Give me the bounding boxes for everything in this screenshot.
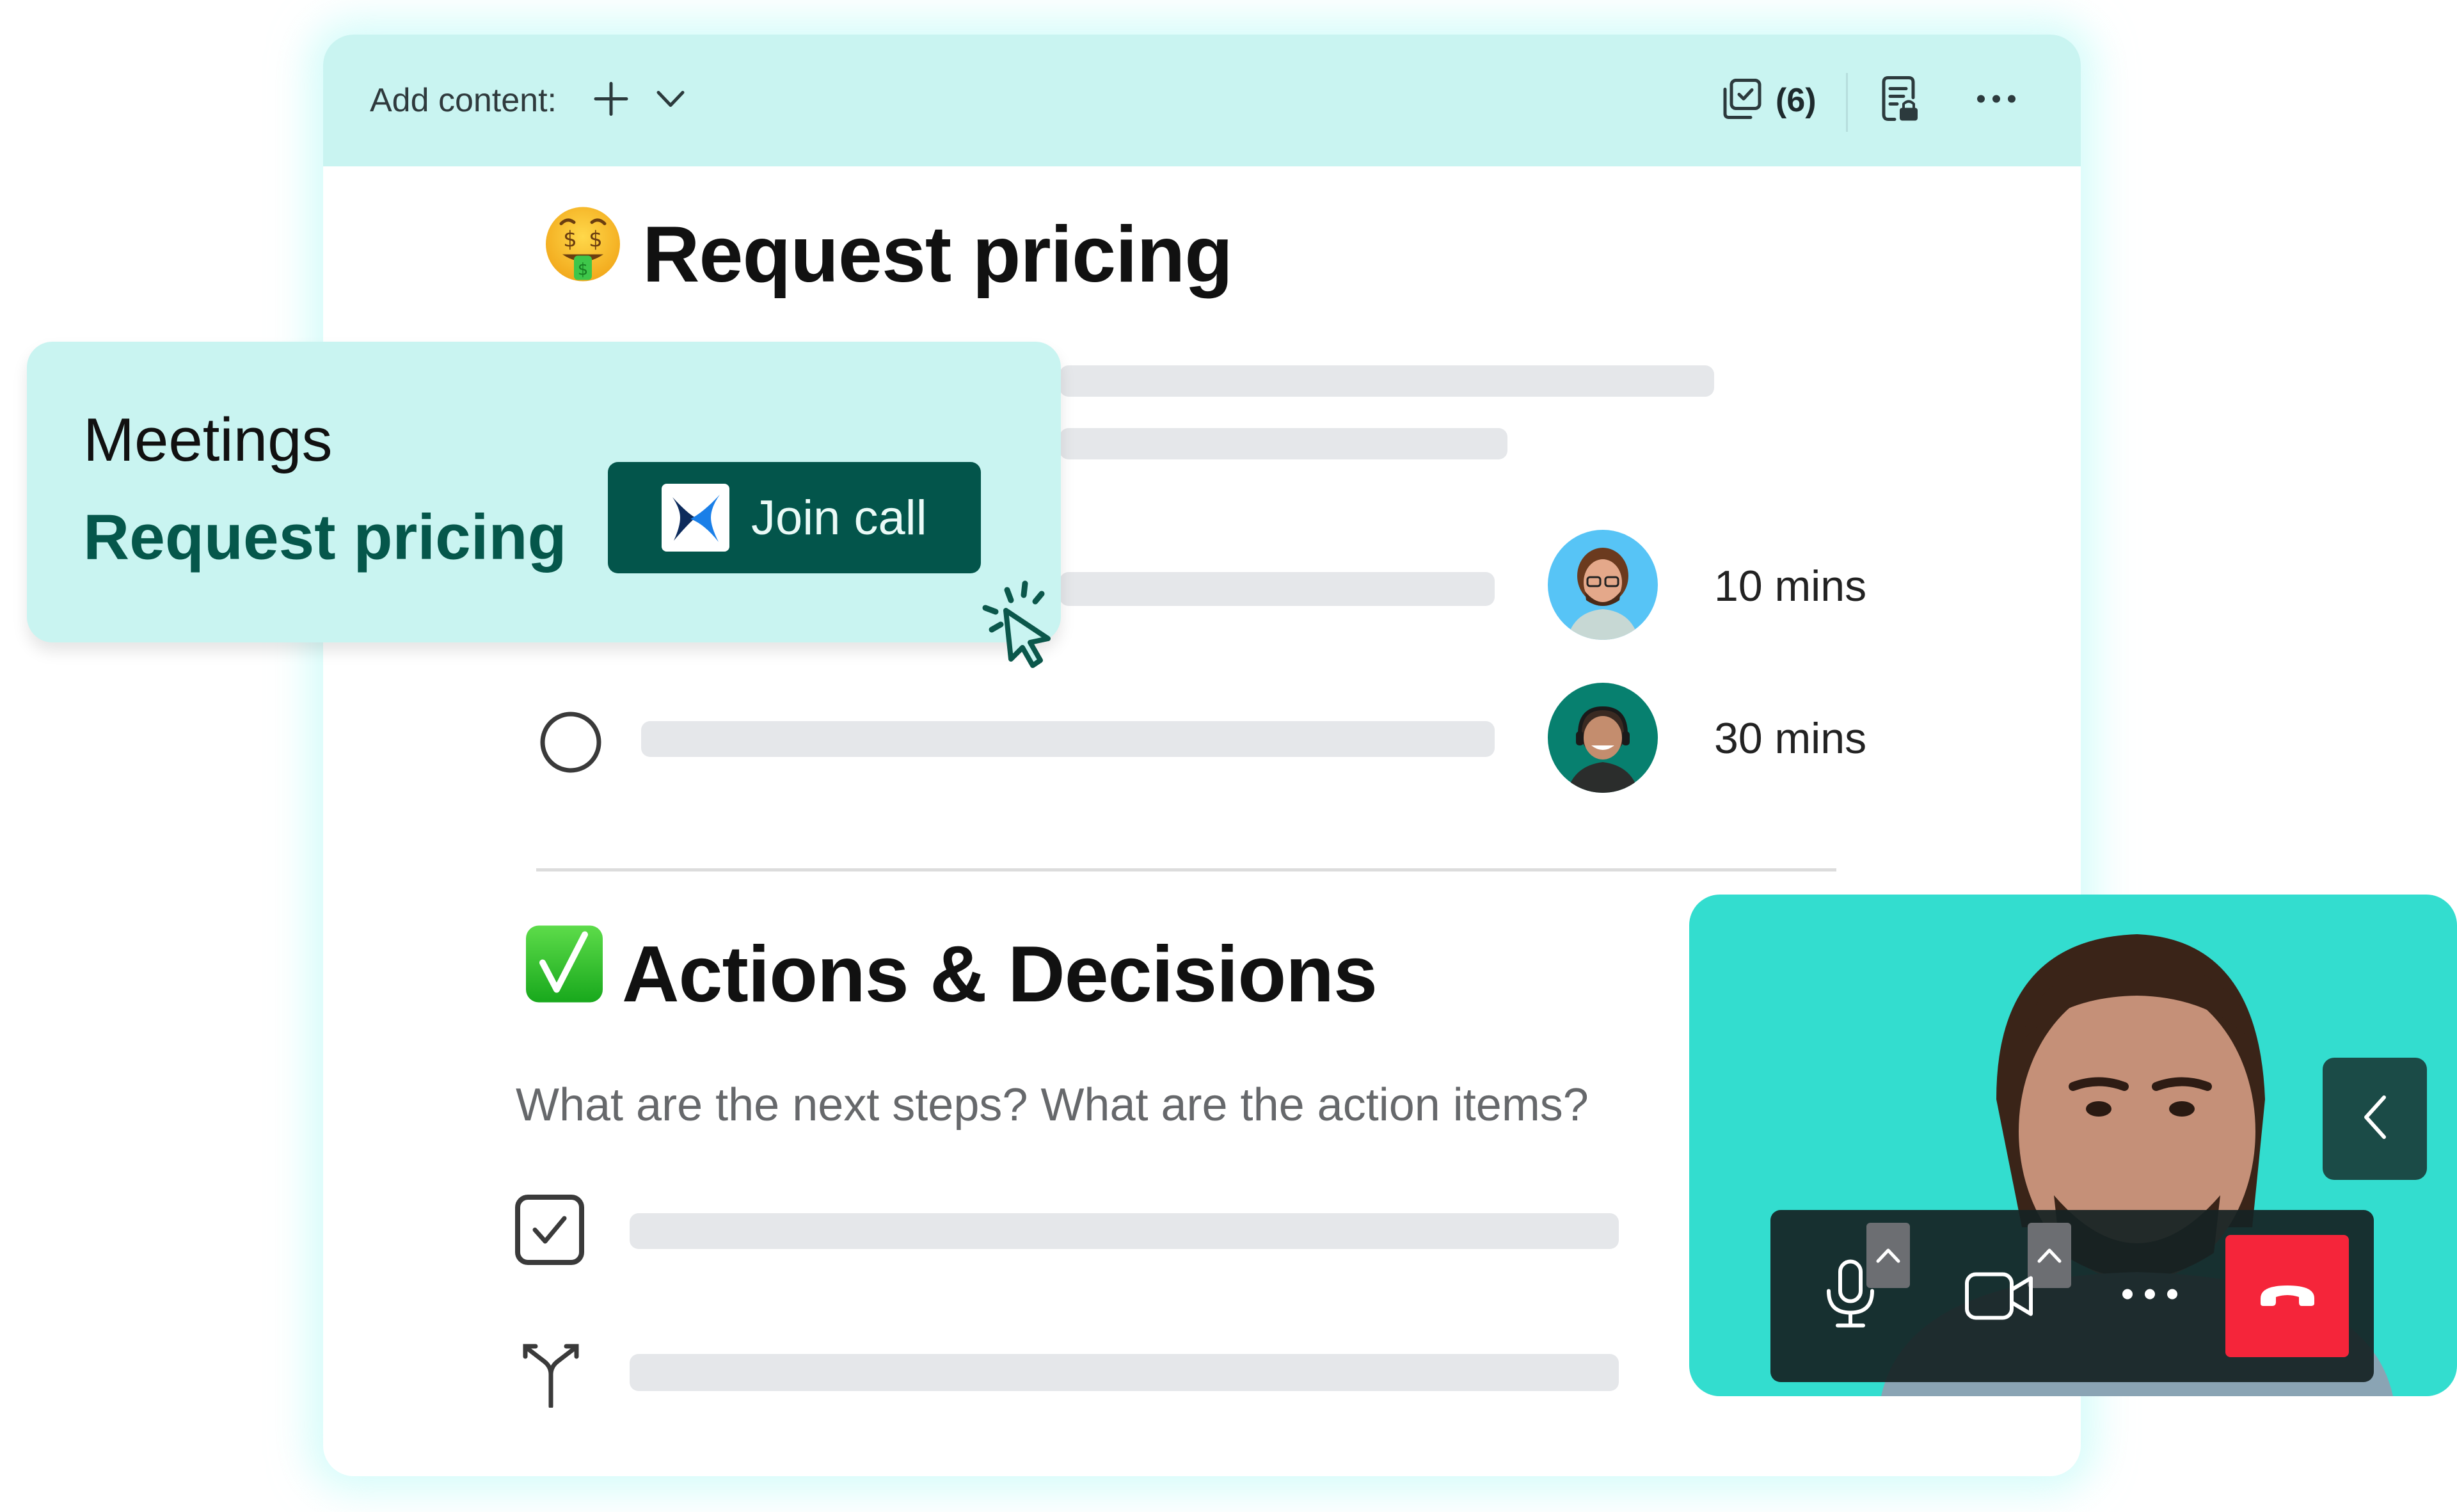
meeting-name: Request pricing [83,501,567,573]
placeholder-line [630,1354,1619,1391]
svg-text:$: $ [589,227,603,253]
placeholder-line [1060,428,1507,459]
svg-text:$: $ [578,260,589,280]
placeholder-line [641,721,1495,757]
checkbox-checked-icon[interactable] [514,1194,585,1269]
avatar[interactable] [1548,530,1658,640]
section-divider [536,868,1836,871]
join-call-label: Join call [751,490,927,545]
decision-fork-icon[interactable] [519,1341,583,1411]
camera-icon[interactable] [1964,1271,2035,1325]
radio-unchecked-icon[interactable] [539,710,603,777]
toolbar: Add content: (6) [323,35,2081,166]
avatar[interactable] [1548,683,1658,793]
meetings-title: Meetings [83,406,333,474]
more-options-icon[interactable] [2121,1288,2179,1304]
section-prompt: What are the next steps? What are the ac… [516,1079,1589,1131]
section-title-actions: Actions & Decisions [622,930,1378,1019]
svg-text:$: $ [563,227,577,253]
toolbar-divider [1846,73,1848,132]
add-content-label: Add content: [370,82,557,119]
more-horizontal-icon[interactable] [1976,94,2017,107]
section-title-request-pricing: Request pricing [642,211,1233,299]
hang-up-icon [2257,1280,2318,1312]
chevron-left-icon [2362,1095,2388,1143]
click-cursor-icon [979,578,1056,675]
collapse-panel-button[interactable] [2323,1058,2427,1180]
join-call-button[interactable]: Join call [608,462,981,573]
document-lock-icon[interactable] [1881,75,1921,127]
checklist-count[interactable]: (6) [1776,81,1817,120]
placeholder-line [1060,365,1714,397]
duration-label: 30 mins [1714,714,1867,763]
money-mouth-emoji-icon: $ $ $ [543,205,623,287]
duration-label: 10 mins [1714,562,1867,610]
call-controls-bar [1770,1210,2374,1382]
video-call-panel [1689,895,2457,1396]
check-mark-emoji-icon [523,923,605,1008]
chevron-down-icon[interactable] [656,90,685,112]
plus-icon[interactable] [593,81,629,120]
placeholder-line [630,1213,1619,1249]
meetings-popup: Meetings Request pricing Join call [27,342,1061,642]
checklist-stack-icon[interactable] [1720,77,1765,125]
microphone-icon[interactable] [1825,1259,1876,1333]
placeholder-line [1060,572,1495,606]
meeting-app-logo-icon [662,484,729,552]
end-call-button[interactable] [2225,1235,2349,1357]
